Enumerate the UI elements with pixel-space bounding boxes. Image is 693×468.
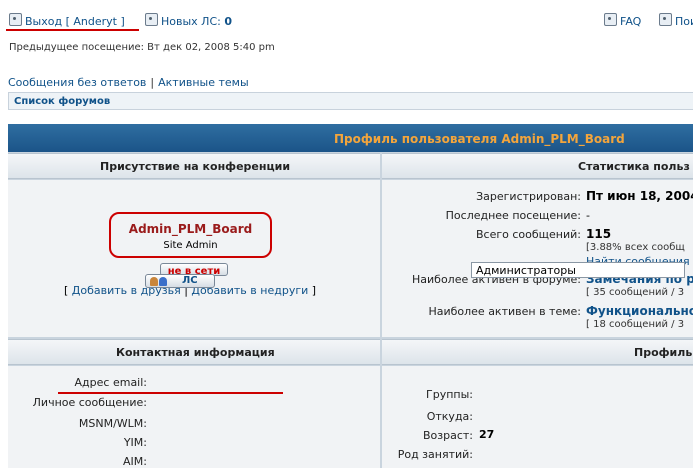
last-visit-value: -	[586, 209, 590, 222]
profile-info-header: Профиль	[382, 339, 693, 365]
pm-link[interactable]: Новых ЛС: 0	[145, 13, 232, 28]
send-pm-button[interactable]: ЛС	[145, 274, 215, 288]
profile-titlebar: Профиль пользователя Admin_PLM_Board	[8, 124, 693, 152]
unanswered-link[interactable]: Сообщения без ответов	[8, 76, 146, 89]
aim-label: AIM:	[123, 455, 147, 468]
registered-label: Зарегистрирован:	[476, 190, 581, 203]
profile-title: Профиль пользователя Admin_PLM_Board	[334, 132, 625, 146]
logout-label[interactable]: Выход [ Anderyt ]	[25, 15, 125, 28]
contact-cell: Адрес email: Личное сообщение: MSNM/WLM:…	[8, 366, 380, 468]
user-rank: Site Admin	[163, 240, 218, 251]
yim-label: YIM:	[123, 436, 147, 449]
last-visit-label: Последнее посещение:	[445, 209, 581, 222]
posts-percent: [3.88% всех сообщ	[586, 242, 685, 253]
presence-header-label: Присутствие на конференции	[100, 160, 291, 173]
faq-label[interactable]: FAQ	[620, 15, 641, 28]
email-label: Адрес email:	[74, 376, 147, 389]
search-link[interactable]: Пои	[659, 13, 693, 28]
breadcrumb-forum-index[interactable]: Список форумов	[14, 96, 110, 107]
posts-label: Всего сообщений:	[476, 228, 581, 241]
faq-link[interactable]: FAQ	[604, 13, 641, 28]
active-topic-link[interactable]: Функциональнос	[586, 304, 693, 318]
contact-header-label: Контактная информация	[116, 346, 275, 359]
active-topics-link[interactable]: Активные темы	[158, 76, 249, 89]
quick-links: Сообщения без ответов | Активные темы	[8, 76, 249, 89]
search-icon	[659, 13, 672, 26]
groups-select[interactable]: Администраторы	[471, 262, 685, 278]
logout-icon	[9, 13, 22, 26]
pm-label: Личное сообщение:	[32, 396, 147, 409]
message-icon	[145, 13, 158, 26]
presence-cell: Admin_PLM_Board Site Admin не в сети [ Д…	[8, 180, 380, 337]
from-label: Откуда:	[426, 410, 473, 423]
highlight-underline	[6, 29, 139, 31]
last-visit-text: Предыдущее посещение: Вт дек 02, 2008 5:…	[9, 42, 275, 53]
stats-cell: Зарегистрирован: Пт июн 18, 2004 Последн…	[382, 180, 693, 337]
profile-info-header-label: Профиль	[634, 346, 693, 359]
groups-select-value: Администраторы	[476, 264, 576, 277]
stats-header-label: Статистика польз	[578, 160, 690, 173]
pm-count: 0	[224, 15, 232, 28]
pm-label[interactable]: Новых ЛС:	[161, 15, 221, 28]
send-pm-button-label[interactable]: ЛС	[182, 275, 198, 286]
friend-actions-open: [	[64, 284, 69, 297]
age-label: Возраст:	[422, 429, 473, 442]
email-highlight-underline	[58, 392, 283, 394]
age-value: 27	[479, 428, 495, 441]
stats-header: Статистика польз	[382, 153, 693, 179]
breadcrumb: Список форумов	[8, 92, 693, 110]
username[interactable]: Admin_PLM_Board	[111, 222, 270, 236]
users-icon	[150, 276, 170, 286]
active-topic-count: [ 18 сообщений / 3	[586, 319, 685, 330]
search-label[interactable]: Пои	[675, 15, 693, 28]
registered-value: Пт июн 18, 2004	[586, 189, 693, 203]
profile-info-cell: Группы: Откуда: Возраст: 27 Род занятий:	[382, 366, 693, 468]
logout-link[interactable]: Выход [ Anderyt ]	[9, 13, 125, 28]
presence-header: Присутствие на конференции	[8, 153, 380, 179]
active-forum-count: [ 35 сообщений / 3	[586, 287, 685, 298]
groups-label: Группы:	[426, 388, 473, 401]
profile-panel: Профиль пользователя Admin_PLM_Board При…	[8, 124, 693, 468]
help-icon	[604, 13, 617, 26]
posts-value: 115	[586, 227, 612, 241]
msnm-label: MSNM/WLM:	[78, 417, 147, 430]
friend-actions-close: ]	[311, 284, 317, 297]
occupation-label: Род занятий:	[397, 448, 473, 461]
contact-header: Контактная информация	[8, 339, 380, 365]
active-topic-label: Наиболее активен в теме:	[428, 305, 581, 318]
quick-links-separator: |	[150, 76, 155, 89]
user-card: Admin_PLM_Board Site Admin	[109, 212, 272, 258]
